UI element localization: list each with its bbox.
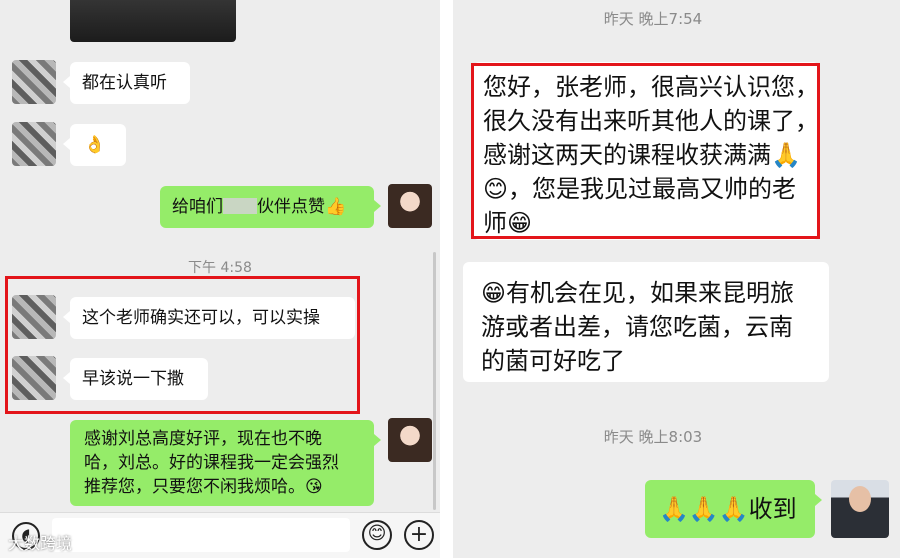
- message-line: 游或者出差，请您吃菌，云南: [481, 313, 793, 341]
- my-avatar[interactable]: [388, 418, 432, 462]
- add-icon[interactable]: +: [404, 520, 434, 550]
- sent-message-bubble[interactable]: 给咱们 伙伴点赞👍: [160, 186, 381, 228]
- left-chat-panel: 都在认真听 👌 给咱们 伙伴点赞👍 下午 4:58 这个老师确实还可以，可以实操 …: [0, 0, 440, 558]
- highlight-box: [471, 63, 820, 239]
- sent-message-bubble[interactable]: 感谢刘总高度好评，现在也不晚 哈，刘总。好的课程我一定会强烈 推荐您，只要您不闲…: [70, 420, 381, 506]
- message-input[interactable]: [52, 518, 350, 552]
- message-text: 🙏🙏🙏收到: [659, 495, 797, 523]
- message-line: 😁有机会在见，如果来昆明旅: [481, 279, 795, 307]
- highlight-box: [5, 276, 360, 414]
- image-message-thumbnail[interactable]: [70, 0, 236, 42]
- message-text: 给咱们 伙伴点赞👍: [172, 195, 346, 219]
- my-avatar[interactable]: [831, 480, 889, 538]
- message-text-part: 给咱们: [172, 197, 223, 217]
- emoji-icon[interactable]: 😊: [362, 520, 392, 550]
- message-line: 感谢刘总高度好评，现在也不晚: [84, 429, 322, 449]
- sent-message-bubble[interactable]: 🙏🙏🙏收到: [645, 480, 822, 538]
- right-chat-panel: 昨天 晚上7:54 您好，张老师，很高兴认识您， 很久没有出来听其他人的课了， …: [453, 0, 900, 558]
- message-line: 推荐您，只要您不闲我烦哈。😘: [84, 477, 323, 497]
- timestamp: 昨天 晚上7:54: [603, 10, 703, 28]
- message-line: 的菌可好吃了: [481, 347, 625, 375]
- blurred-text: [223, 198, 257, 214]
- message-bubble[interactable]: 👌: [63, 124, 126, 166]
- message-text-part: 伙伴点赞👍: [257, 197, 347, 217]
- message-bubble[interactable]: 😁有机会在见，如果来昆明旅 游或者出差，请您吃菌，云南 的菌可好吃了: [463, 262, 829, 382]
- ok-emoji: 👌: [84, 135, 106, 155]
- scrollbar[interactable]: [433, 252, 436, 510]
- message-line: 哈，刘总。好的课程我一定会强烈: [84, 453, 339, 473]
- avatar-face: [849, 486, 871, 512]
- timestamp: 下午 4:58: [188, 260, 252, 276]
- my-avatar[interactable]: [388, 184, 432, 228]
- avatar[interactable]: [12, 60, 56, 104]
- timestamp: 昨天 晚上8:03: [603, 428, 703, 446]
- watermark: 大数跨境: [8, 534, 73, 553]
- avatar[interactable]: [12, 122, 56, 166]
- message-text: 都在认真听: [82, 73, 167, 93]
- message-bubble[interactable]: 都在认真听: [63, 62, 190, 104]
